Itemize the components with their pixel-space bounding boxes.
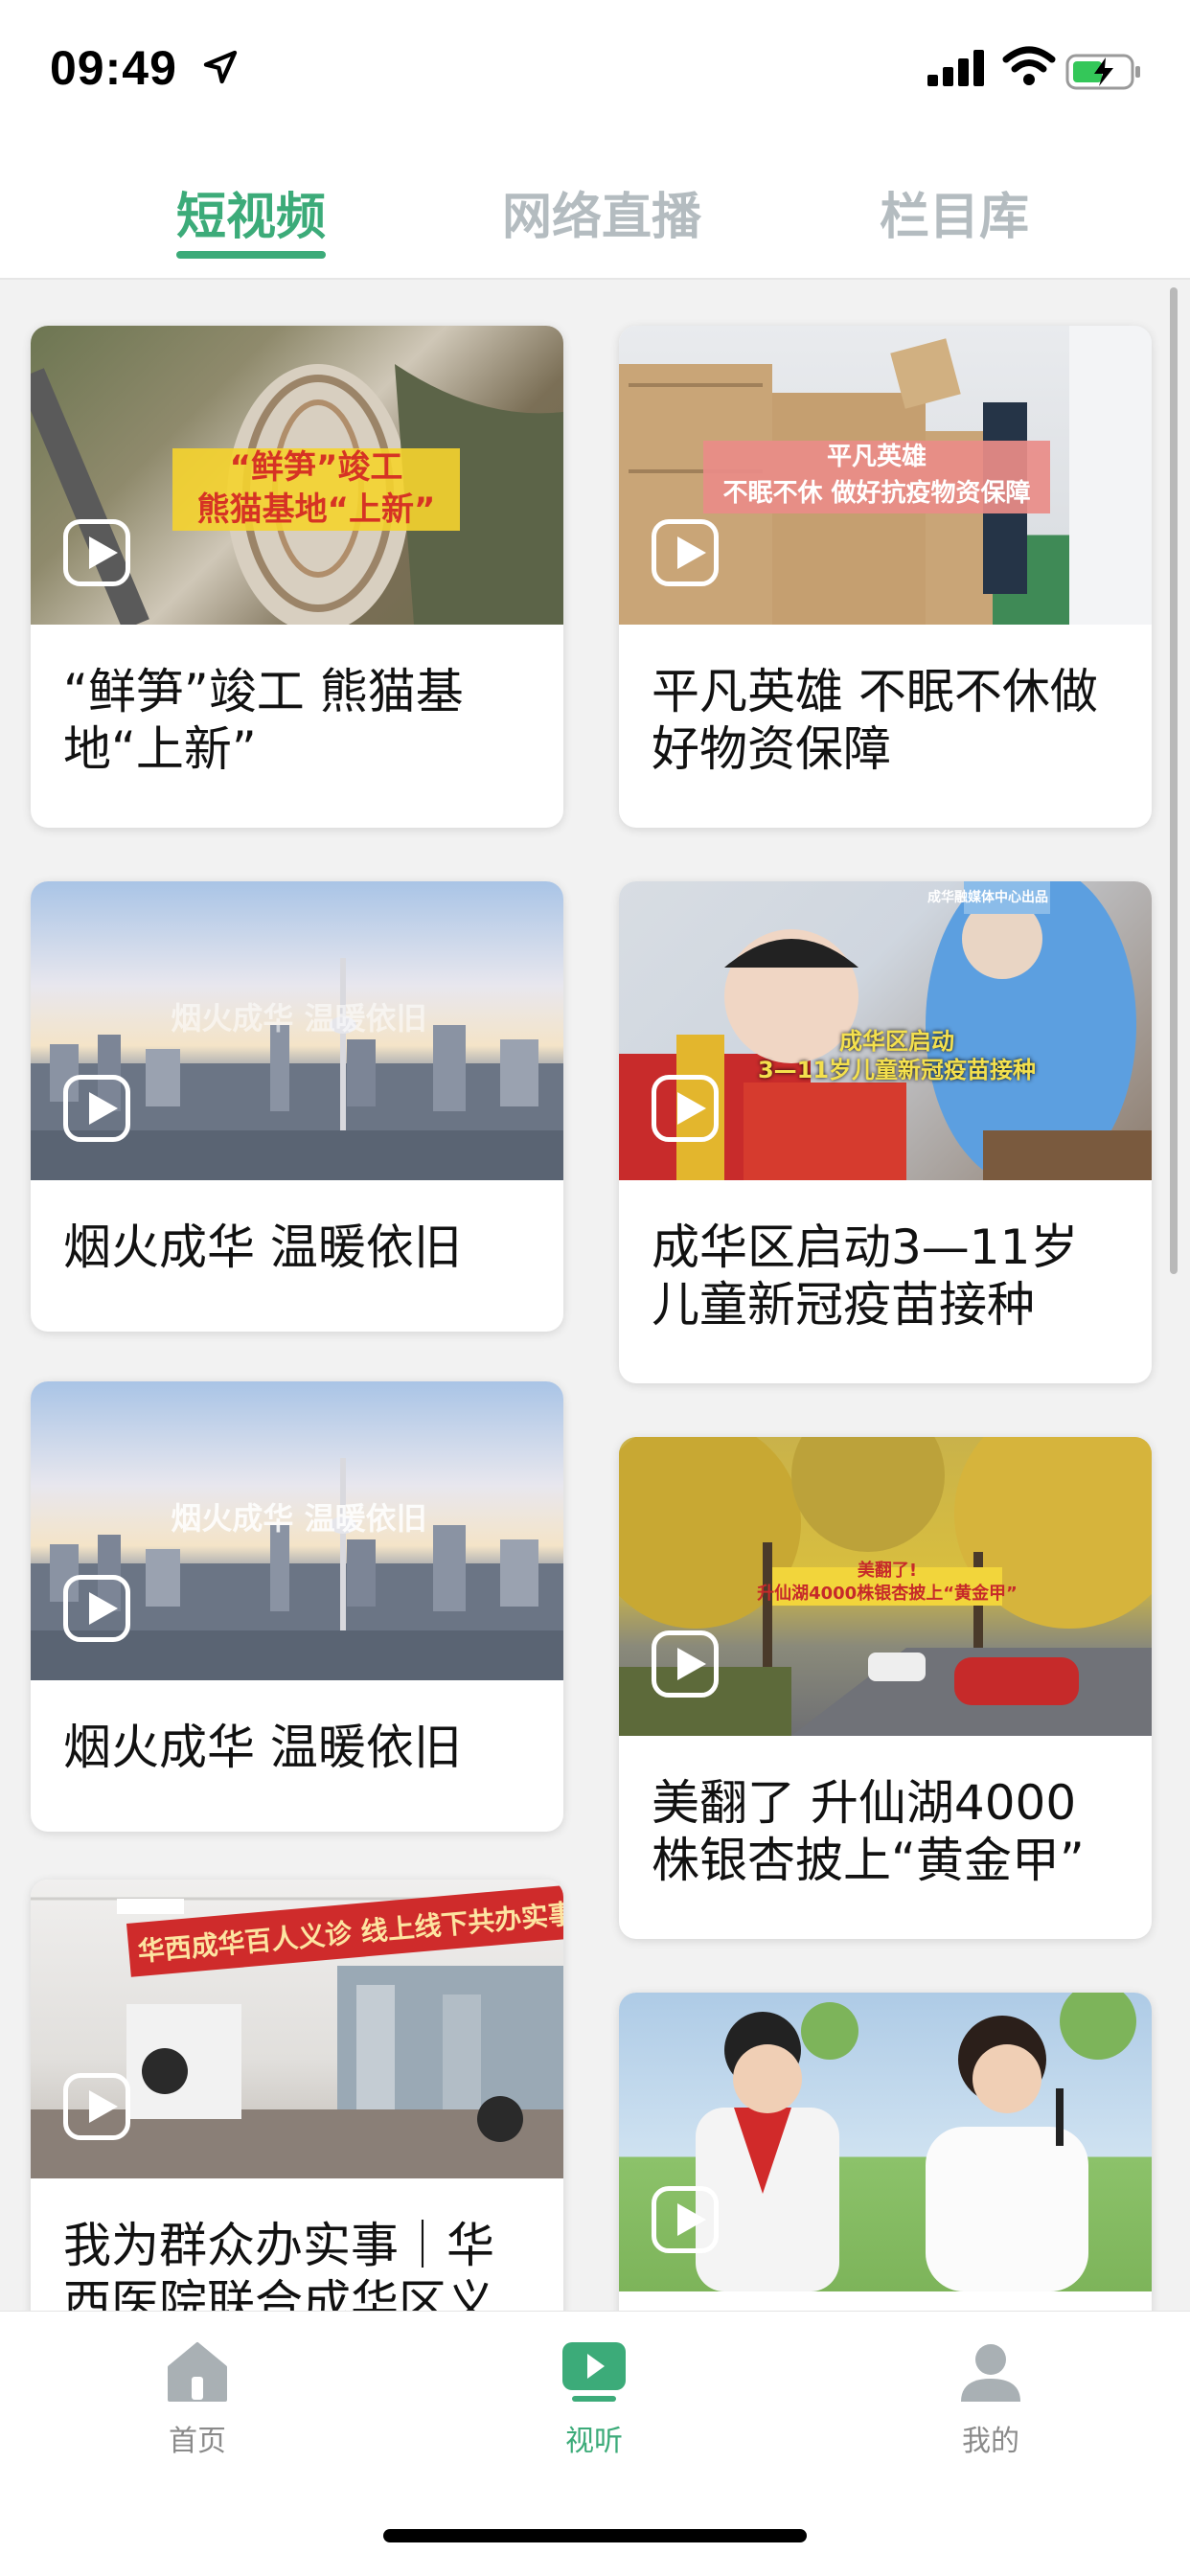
profile-icon <box>961 2344 1020 2402</box>
status-time: 09:49 <box>50 41 177 95</box>
video-caption[interactable]: 美翻了 升仙湖4000株银杏披上“黄金甲” <box>619 1736 1152 1889</box>
overlay-text: 熊猫基地“上新” <box>196 490 436 529</box>
video-card[interactable]: 美翻了! 升仙湖4000株银杏披上“黄金甲” 美翻了 升仙湖4000株银杏披上“… <box>619 1437 1152 1939</box>
video-thumbnail[interactable]: 华西成华百人义诊 线上线下共办实事 <box>31 1880 563 2178</box>
nav-profile[interactable]: 我的 <box>924 2340 1058 2459</box>
tab-column-library[interactable]: 栏目库 <box>880 176 1029 248</box>
overlay-text: 烟火成华 温暖依旧 <box>171 1500 427 1537</box>
overlay-text: 美翻了! <box>857 1561 918 1581</box>
video-card[interactable]: 华西成华百人义诊 线上线下共办实事 我为群众办实事｜华西医院联合成华区义 <box>31 1880 563 2311</box>
video-thumbnail[interactable]: “鲜笋”竣工 熊猫基地“上新” <box>31 326 563 625</box>
home-indicator[interactable] <box>383 2529 807 2542</box>
video-thumbnail[interactable]: 平凡英雄 不眠不休 做好抗疫物资保障 <box>619 326 1152 625</box>
nav-label: 首页 <box>169 2425 226 2458</box>
watermark-text: 成华融媒体中心出品 <box>927 890 1048 905</box>
video-thumbnail[interactable]: 美翻了! 升仙湖4000株银杏披上“黄金甲” <box>619 1437 1152 1736</box>
video-thumbnail[interactable]: 烟火成华 温暖依旧 <box>31 881 563 1180</box>
video-card[interactable] <box>619 1993 1152 2311</box>
play-icon[interactable] <box>652 2186 719 2253</box>
overlay-text: 平凡英雄 <box>826 443 927 471</box>
video-caption[interactable]: 我为群众办实事｜华西医院联合成华区义 <box>31 2178 563 2311</box>
video-caption[interactable]: 烟火成华 温暖依旧 <box>31 1680 563 1776</box>
location-arrow-icon <box>203 50 238 84</box>
video-thumbnail[interactable]: 烟火成华 温暖依旧 <box>31 1381 563 1680</box>
video-card[interactable]: 烟火成华 温暖依旧 烟火成华 温暖依旧 <box>31 881 563 1332</box>
scrollbar[interactable] <box>1170 287 1178 1274</box>
nav-audio-video[interactable]: 视听 <box>527 2340 661 2459</box>
overlay-text: 不眠不休 做好抗疫物资保障 <box>722 479 1031 508</box>
video-caption[interactable] <box>619 2291 1152 2311</box>
video-feed[interactable]: “鲜笋”竣工 熊猫基地“上新” “鲜笋”竣工 熊猫基地“上新” 平凡英雄 不眠不… <box>0 280 1190 2311</box>
battery-charging-icon <box>1065 54 1140 90</box>
nav-label: 我的 <box>962 2425 1019 2458</box>
wifi-icon <box>1002 46 1056 85</box>
video-caption[interactable]: 烟火成华 温暖依旧 <box>31 1180 563 1276</box>
play-icon[interactable] <box>652 519 719 586</box>
overlay-text: 3—11岁儿童新冠疫苗接种 <box>757 1057 1037 1083</box>
video-play-icon <box>562 2342 626 2402</box>
overlay-text: 烟火成华 温暖依旧 <box>171 1000 427 1037</box>
video-card[interactable]: 烟火成华 温暖依旧 烟火成华 温暖依旧 <box>31 1381 563 1832</box>
video-card[interactable]: “鲜笋”竣工 熊猫基地“上新” “鲜笋”竣工 熊猫基地“上新” <box>31 326 563 828</box>
video-caption[interactable]: “鲜笋”竣工 熊猫基地“上新” <box>31 625 563 778</box>
play-icon[interactable] <box>652 1075 719 1142</box>
video-thumbnail[interactable] <box>619 1993 1152 2291</box>
status-bar: 09:49 <box>0 0 1190 144</box>
home-icon <box>168 2342 227 2402</box>
play-icon[interactable] <box>63 1575 130 1642</box>
top-tab-bar: 短视频 网络直播 栏目库 <box>0 144 1190 280</box>
video-thumbnail[interactable]: 成华融媒体中心出品 成华区启动 3—11岁儿童新冠疫苗接种 <box>619 881 1152 1180</box>
nav-home[interactable]: 首页 <box>130 2340 264 2459</box>
play-icon[interactable] <box>63 1075 130 1142</box>
active-tab-indicator <box>176 251 326 259</box>
video-caption[interactable]: 平凡英雄 不眠不休做好物资保障 <box>619 625 1152 778</box>
tab-short-video[interactable]: 短视频 <box>176 176 326 248</box>
video-caption[interactable]: 成华区启动3—11岁儿童新冠疫苗接种 <box>619 1180 1152 1334</box>
play-icon[interactable] <box>652 1630 719 1698</box>
play-icon[interactable] <box>63 519 130 586</box>
play-icon[interactable] <box>63 2073 130 2140</box>
overlay-text: 升仙湖4000株银杏披上“黄金甲” <box>757 1584 1018 1604</box>
tab-live-stream[interactable]: 网络直播 <box>502 176 701 248</box>
video-card[interactable]: 平凡英雄 不眠不休 做好抗疫物资保障 平凡英雄 不眠不休做好物资保障 <box>619 326 1152 828</box>
signal-icon <box>927 50 984 86</box>
overlay-text: 成华区启动 <box>839 1028 954 1055</box>
video-card[interactable]: 成华融媒体中心出品 成华区启动 3—11岁儿童新冠疫苗接种 成华区启动3—11岁… <box>619 881 1152 1383</box>
overlay-text: “鲜笋”竣工 <box>229 448 403 487</box>
nav-label: 视听 <box>565 2425 623 2458</box>
